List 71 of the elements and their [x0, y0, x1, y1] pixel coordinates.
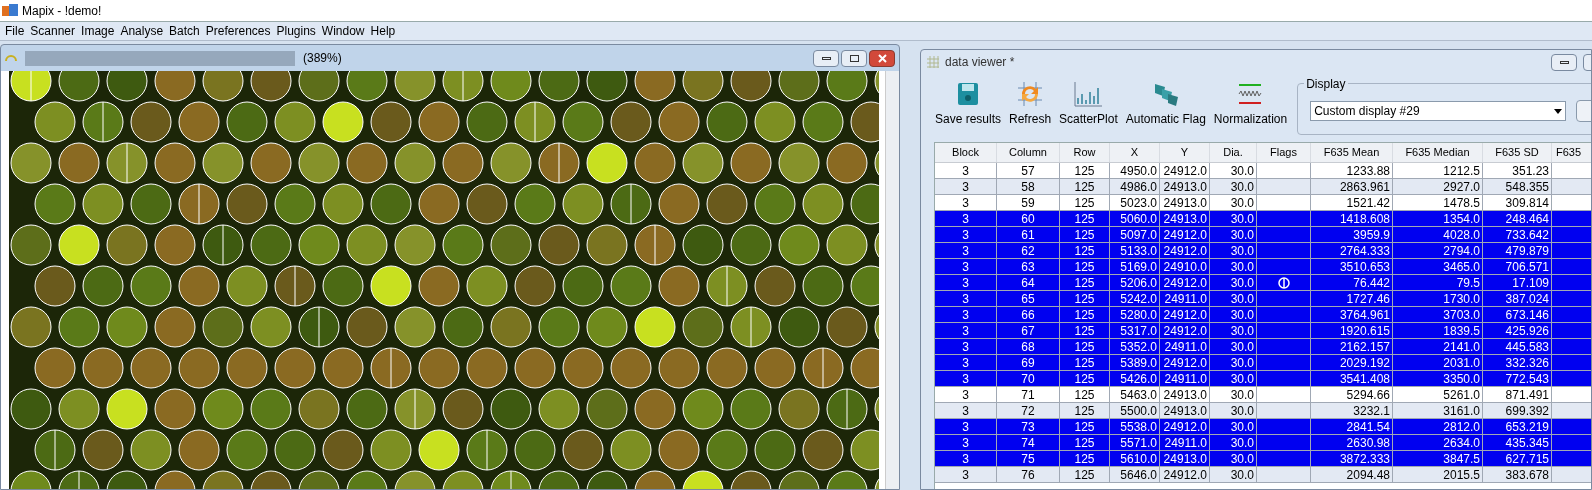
toolbar-button[interactable]: Refresh	[1005, 74, 1056, 128]
table-cell: 2094.48	[1311, 467, 1393, 483]
table-row[interactable]: 3 68 125 5352.0 24911.0 30.0 2162.157 2141.0 445.583	[935, 339, 1591, 355]
bar-chart-icon	[1073, 80, 1104, 108]
minimize-button[interactable]	[813, 49, 839, 67]
app-title: Mapix - !demo!	[22, 2, 102, 20]
table-row[interactable]: 3 59 125 5023.0 24913.0 30.0 1521.42 1478.5 309.814	[935, 195, 1591, 211]
table-row[interactable]: 3 74 125 5571.0 24911.0 30.0 2630.98 2634.0 435.345	[935, 435, 1591, 451]
toolbar-button[interactable]: Save results	[931, 74, 1006, 128]
table-row[interactable]: 3 70 125 5426.0 24911.0 30.0 3541.408 3350.0 772.543	[935, 371, 1591, 387]
table-row[interactable]: 3 60 125 5060.0 24913.0 30.0 1418.608 1354.0 248.464	[935, 211, 1591, 227]
table-row[interactable]: 3 57 125 4950.0 24912.0 30.0 1233.88 1212.5 351.23	[935, 163, 1591, 179]
table-cell: 3	[935, 467, 997, 483]
column-header[interactable]: X	[1110, 143, 1160, 162]
maximize-button[interactable]	[841, 49, 867, 67]
table-row[interactable]: 3 71 125 5463.0 24913.0 30.0 5294.66 5261.0 871.491	[935, 387, 1591, 403]
column-header[interactable]: Block	[935, 143, 997, 162]
menu-item[interactable]: Window	[318, 22, 368, 40]
column-header[interactable]: Flags	[1257, 143, 1311, 162]
toolbar-button[interactable]: Automatic Flag	[1121, 74, 1210, 128]
table-row[interactable]: 3 61 125 5097.0 24912.0 30.0 3959.9 4028.0 733.642	[935, 227, 1591, 243]
close-button[interactable]	[869, 49, 895, 67]
column-header[interactable]: Column	[997, 143, 1060, 162]
column-header[interactable]: Row	[1060, 143, 1110, 162]
menu-item[interactable]: Image	[78, 22, 118, 40]
table-row[interactable]: 3 67 125 5317.0 24912.0 30.0 1920.615 1839.5 425.926	[935, 323, 1591, 339]
menu-item[interactable]: Analyse	[117, 22, 167, 40]
column-header[interactable]: F635 Median	[1393, 143, 1483, 162]
menu-item[interactable]: Batch	[166, 22, 203, 40]
table-cell: 24912.0	[1160, 467, 1210, 483]
table-row[interactable]: 3 65 125 5242.0 24911.0 30.0 1727.46 1730.0 387.024	[935, 291, 1591, 307]
table-row[interactable]: 3 62 125 5133.0 24912.0 30.0 2764.333 2794.0 479.879	[935, 243, 1591, 259]
window-title: data viewer *	[945, 54, 1015, 71]
column-header[interactable]: Y	[1160, 143, 1210, 162]
refresh-icon	[1016, 80, 1045, 108]
table-row[interactable]: 3 73 125 5538.0 24912.0 30.0 2841.54 2812.0 653.219	[935, 419, 1591, 435]
table-row[interactable]: 3 66 125 5280.0 24912.0 30.0 3764.961 3703.0 673.146	[935, 307, 1591, 323]
table-cell: 125	[1060, 467, 1110, 483]
vertical-scrollbar[interactable]	[885, 71, 899, 489]
display-dropdown[interactable]: Custom display #29	[1310, 101, 1567, 121]
table-row[interactable]: 3 75 125 5610.0 24913.0 30.0 3872.333 3847.5 627.715	[935, 451, 1591, 467]
column-header[interactable]: F635	[1552, 143, 1591, 162]
table-row[interactable]: 3 64 125 5206.0 24912.0 30.0 76.442 79.5 17.109	[935, 275, 1591, 291]
zoom-level: (389%)	[303, 50, 342, 67]
caret-icon	[1554, 108, 1563, 114]
column-header[interactable]: F635 Mean	[1311, 143, 1393, 162]
table-row[interactable]: 3 72 125 5500.0 24913.0 30.0 3232.1 3161.0 699.392	[935, 403, 1591, 419]
app-logo-icon	[2, 3, 18, 18]
flag-cell	[1257, 467, 1311, 483]
column-header[interactable]: Dia.	[1210, 143, 1257, 162]
table-row[interactable]: 3 58 125 4986.0 24913.0 30.0 2863.961 2927.0 548.355	[935, 179, 1591, 195]
table-row[interactable]: 3 69 125 5389.0 24912.0 30.0 2029.192 2031.0 332.326	[935, 355, 1591, 371]
toolbar-button[interactable]: ScatterPlot	[1055, 74, 1122, 128]
table-cell: 383.678	[1483, 467, 1552, 483]
table-cell: 5646.0	[1110, 467, 1160, 483]
minimize-button[interactable]	[1551, 53, 1577, 71]
column-header[interactable]: F635 SD	[1483, 143, 1552, 162]
menu-item[interactable]: Plugins	[273, 22, 319, 40]
table-cell: 2015.5	[1393, 467, 1483, 483]
table-cell: 30.0	[1210, 467, 1257, 483]
table-row[interactable]: 3 63 125 5169.0 24910.0 30.0 3510.653 3465.0 706.571	[935, 259, 1591, 275]
menu-item[interactable]: Preferences	[202, 22, 274, 40]
table-row[interactable]: 3 76 125 5646.0 24912.0 30.0 2094.48 2015.5 383.678	[935, 467, 1591, 483]
window-icon	[5, 53, 17, 63]
menu-item[interactable]: File	[2, 22, 28, 40]
grid-icon	[927, 56, 939, 68]
table-cell: 76	[997, 467, 1060, 483]
close-icon	[877, 53, 887, 63]
menu-item[interactable]: Scanner	[27, 22, 79, 40]
menu-item[interactable]: Help	[367, 22, 399, 40]
toolbar-button[interactable]: Normalization	[1209, 74, 1292, 128]
